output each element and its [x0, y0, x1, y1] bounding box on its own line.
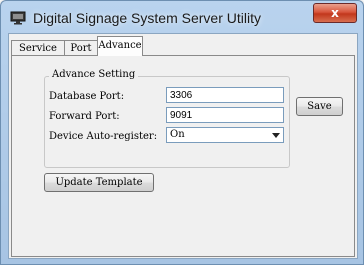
title-bar[interactable]: Digital Signage System Server Utility x: [1, 1, 363, 35]
advance-tab-panel: Advance Setting Database Port: 3306 Forw…: [11, 55, 355, 257]
tab-service[interactable]: Service: [11, 40, 65, 56]
app-window: Digital Signage System Server Utility x …: [0, 0, 364, 265]
client-area: Service Port Advance Advance Setting Dat…: [8, 33, 358, 259]
tab-advance[interactable]: Advance: [97, 36, 143, 56]
advance-setting-group: Advance Setting Database Port: 3306 Forw…: [44, 69, 290, 168]
device-auto-register-value: On: [170, 129, 185, 140]
save-button[interactable]: Save: [296, 97, 343, 116]
device-auto-register-label: Device Auto-register:: [49, 131, 158, 142]
forward-port-label: Forward Port:: [49, 111, 120, 122]
forward-port-input[interactable]: 9091: [166, 107, 284, 123]
database-port-label: Database Port:: [49, 91, 125, 102]
close-button[interactable]: x: [313, 3, 357, 23]
tab-port[interactable]: Port: [64, 40, 98, 56]
monitor-icon: [10, 11, 26, 25]
update-template-button[interactable]: Update Template: [44, 173, 154, 192]
device-auto-register-select[interactable]: On: [166, 127, 284, 143]
database-port-input[interactable]: 3306: [166, 87, 284, 103]
chevron-down-icon[interactable]: [272, 133, 280, 138]
window-title: Digital Signage System Server Utility: [33, 10, 261, 26]
group-title: Advance Setting: [49, 69, 139, 80]
